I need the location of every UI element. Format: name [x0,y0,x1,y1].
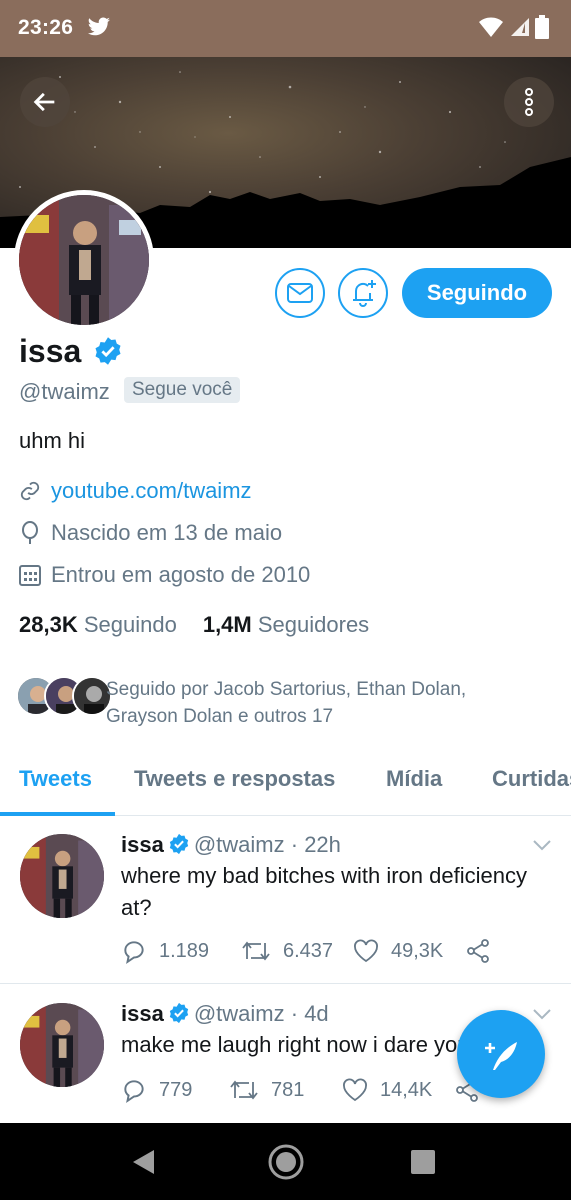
profile-avatar[interactable] [14,190,154,330]
notifications-button[interactable] [338,268,388,318]
reply-icon [124,941,144,964]
following-button[interactable]: Seguindo [402,268,552,318]
share-icon[interactable] [465,938,491,964]
tweet-header: issa @twaimz · 22h [121,832,341,858]
tab-tweets[interactable]: Tweets [19,766,92,792]
retweet-button[interactable]: 781 [229,1078,342,1102]
reply-count: 1.189 [159,939,210,962]
joined-text: Entrou em agosto de 2010 [51,562,311,587]
status-time: 23:26 [18,16,74,39]
tweet[interactable]: issa @twaimz · 22h where my bad bitches w… [0,816,571,984]
profile-tabs: Tweets Tweets e respostas Mídia Curtidas [0,746,571,816]
chevron-down-icon[interactable] [532,1007,552,1021]
followers-count[interactable]: 1,4M Seguidores [203,612,369,638]
tweet-author-name: issa [121,832,164,857]
profile-birthday: Nascido em 13 de maio [19,520,282,546]
tab-likes[interactable]: Curtidas [492,766,571,792]
profile-handle: @twaimz [19,379,110,404]
retweet-count: 781 [271,1078,305,1101]
tweet-header: issa @twaimz · 4d [121,1001,329,1027]
profile-joined: Entrou em agosto de 2010 [19,562,310,588]
follows-you-badge: Segue você [124,377,241,403]
nav-home-icon[interactable] [267,1143,305,1181]
like-count: 49,3K [391,939,444,962]
followed-by-avatars[interactable] [16,676,112,716]
nav-back-icon[interactable] [130,1149,156,1175]
tweet-text: where my bad bitches with iron deficienc… [121,863,527,920]
reply-icon [124,1080,144,1103]
website-link[interactable]: youtube.com/twaimz [51,478,252,504]
more-options-button[interactable] [504,77,554,127]
tweet-author-handle: @twaimz [193,1001,285,1026]
reply-button[interactable]: 1.189 [121,938,241,964]
android-nav-bar [0,1123,571,1200]
feather-plus-icon [485,1042,517,1070]
chevron-down-icon[interactable] [532,838,552,852]
envelope-icon [287,283,313,303]
twitter-bird-icon [88,17,110,36]
followed-by-text[interactable]: Seguido por Jacob Sartorius, Ethan Dolan… [106,676,536,730]
balloon-icon [22,521,38,544]
message-button[interactable] [275,268,325,318]
profile-bio: uhm hi [19,428,86,453]
avatar[interactable] [20,1003,104,1087]
reply-button[interactable]: 779 [121,1077,229,1103]
avatar[interactable] [20,834,104,918]
retweet-button[interactable]: 6.437 [241,939,353,963]
nav-recents-icon[interactable] [411,1150,435,1174]
like-button[interactable]: 49,3K [353,939,465,963]
heart-icon [343,1078,367,1102]
birthday-text: Nascido em 13 de maio [51,520,283,545]
link-icon [20,481,40,501]
more-vertical-icon [525,88,533,116]
tweet-author-handle: @twaimz [193,832,285,857]
following-count[interactable]: 28,3K Seguindo [19,612,177,638]
follow-counts: 28,3K Seguindo 1,4M Seguidores [19,612,369,638]
profile-website[interactable]: youtube.com/twaimz [19,478,252,504]
tweet-author-name: issa [121,1001,164,1026]
wifi-icon [479,17,503,37]
tweet-time: · 22h [290,832,341,857]
signal-icon [511,18,529,36]
tweet-time: · 4d [290,1001,329,1026]
tab-tweets-and-replies[interactable]: Tweets e respostas [134,766,335,792]
heart-icon [354,939,378,963]
like-button[interactable]: 14,4K [342,1078,454,1102]
tweet-actions: 779 781 14,4K [121,1077,480,1103]
back-button[interactable] [20,77,70,127]
verified-badge-icon [95,337,121,365]
calendar-icon [19,565,41,586]
profile-name: issa [19,333,82,369]
battery-icon [535,15,549,39]
avatar-image [19,195,149,325]
status-bar: 23:26 [0,0,571,57]
tweet-actions: 1.189 6.437 49,3K [121,938,491,964]
retweet-count: 6.437 [283,939,334,962]
arrow-left-icon [33,92,55,112]
system-icons [479,15,549,39]
tab-media[interactable]: Mídia [386,766,442,792]
tweet-text: make me laugh right now i dare you [121,1032,470,1057]
bell-plus-icon [353,280,376,307]
like-count: 14,4K [380,1078,433,1101]
verified-badge-icon [169,833,188,855]
retweet-icon [230,1080,258,1100]
compose-tweet-button[interactable] [457,1010,545,1098]
reply-count: 779 [159,1078,193,1101]
verified-badge-icon [169,1002,188,1024]
retweet-icon [242,941,270,961]
